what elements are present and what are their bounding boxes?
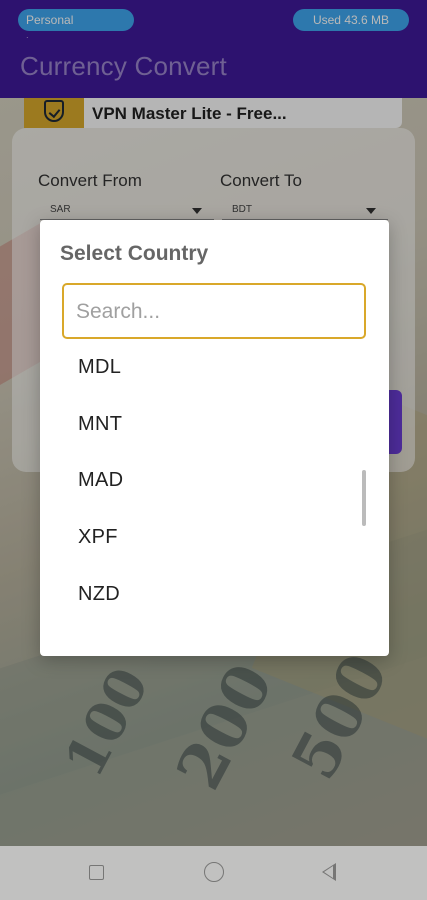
list-item[interactable]: XPF (78, 526, 118, 549)
list-item[interactable]: MAD (78, 469, 123, 492)
search-box[interactable] (62, 283, 366, 339)
system-nav-bar (0, 846, 427, 900)
scrollbar-thumb[interactable] (362, 470, 366, 526)
back-icon[interactable] (322, 863, 336, 881)
list-item[interactable]: NZD (78, 583, 120, 606)
recents-icon[interactable] (89, 865, 104, 880)
dialog-title: Select Country (60, 242, 209, 265)
home-icon[interactable] (204, 862, 224, 882)
select-country-dialog: Select Country MDL MNT MAD XPF NZD (40, 220, 389, 656)
search-input[interactable] (74, 293, 358, 331)
list-item[interactable]: MNT (78, 413, 122, 436)
list-item[interactable]: MDL (78, 356, 121, 379)
